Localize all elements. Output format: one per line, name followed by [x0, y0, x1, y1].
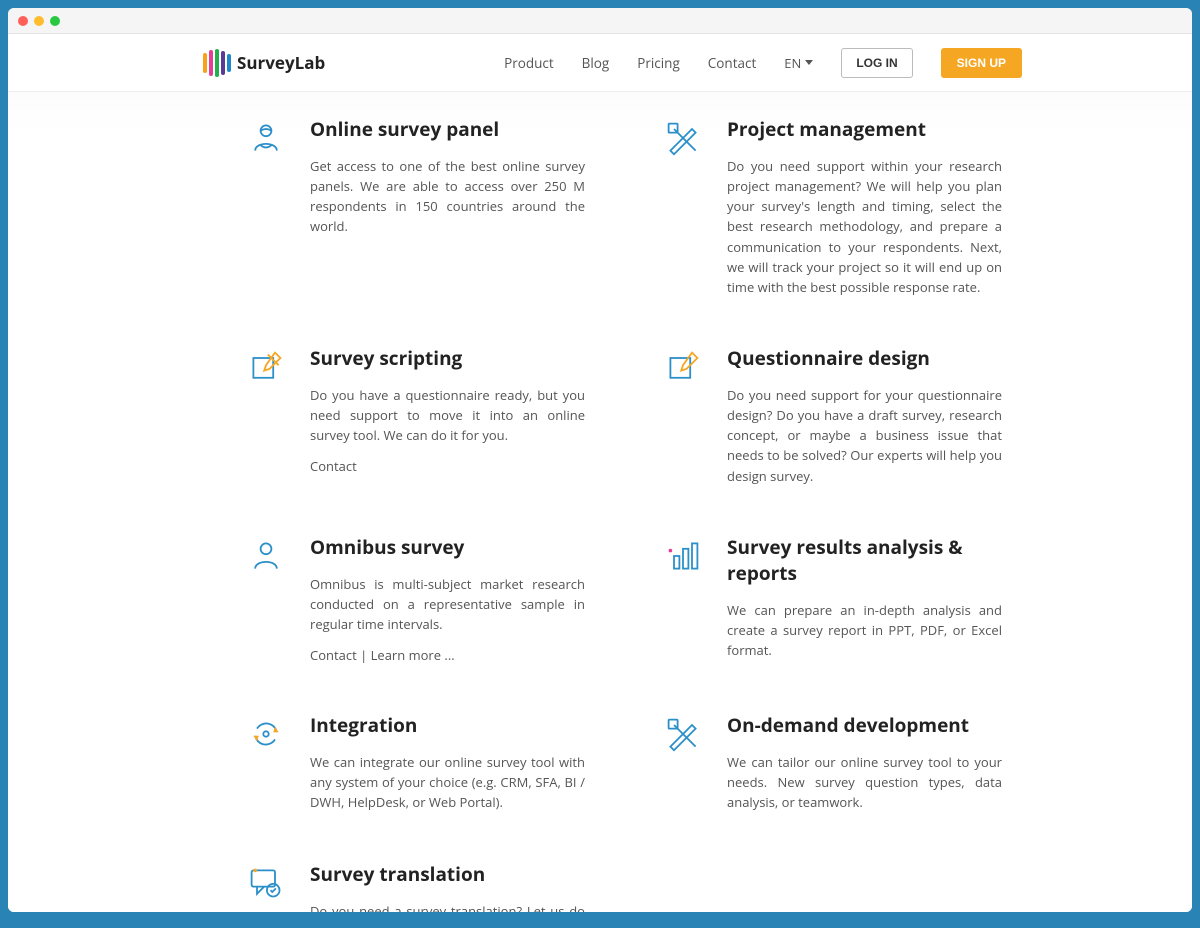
- navbar: SurveyLab Product Blog Pricing Contact E…: [8, 34, 1192, 92]
- content: Online survey panel Get access to one of…: [8, 92, 1192, 912]
- language-label: EN: [784, 54, 801, 72]
- nav-right: Product Blog Pricing Contact EN LOG IN S…: [504, 48, 1022, 78]
- feature-desc: Do you have a questionnaire ready, but y…: [310, 385, 585, 445]
- tools-icon: [665, 116, 705, 161]
- language-selector[interactable]: EN: [784, 54, 813, 72]
- window-close-icon[interactable]: [18, 16, 28, 26]
- nav-contact[interactable]: Contact: [708, 54, 757, 72]
- sync-icon: [248, 712, 288, 757]
- feature-title: Survey results analysis & reports: [727, 534, 1002, 586]
- feature-survey-translation: Survey translation Do you need a survey …: [248, 861, 585, 912]
- nav-pricing[interactable]: Pricing: [637, 54, 680, 72]
- feature-desc: Do you need support within your research…: [727, 156, 1002, 297]
- feature-title: Online survey panel: [310, 116, 585, 142]
- feature-title: Project management: [727, 116, 1002, 142]
- feature-title: On-demand development: [727, 712, 1002, 738]
- edit-icon: [248, 345, 288, 390]
- feature-title: Survey translation: [310, 861, 585, 887]
- window-minimize-icon[interactable]: [34, 16, 44, 26]
- separator: |: [357, 646, 371, 664]
- tools-icon: [665, 712, 705, 757]
- nav-product[interactable]: Product: [504, 54, 554, 72]
- feature-desc: Do you need a survey translation? Let us…: [310, 901, 585, 912]
- feature-desc: We can integrate our online survey tool …: [310, 752, 585, 812]
- logo-icon: [203, 48, 231, 78]
- feature-questionnaire-design: Questionnaire design Do you need support…: [665, 345, 1002, 486]
- feature-online-survey-panel: Online survey panel Get access to one of…: [248, 116, 585, 297]
- feature-desc: We can prepare an in-depth analysis and …: [727, 600, 1002, 660]
- feature-desc: Get access to one of the best online sur…: [310, 156, 585, 237]
- feature-results-analysis: Survey results analysis & reports We can…: [665, 534, 1002, 664]
- feature-desc: Do you need support for your questionnai…: [727, 385, 1002, 486]
- feature-integration: Integration We can integrate our online …: [248, 712, 585, 812]
- feature-omnibus-survey: Omnibus survey Omnibus is multi-subject …: [248, 534, 585, 664]
- brand-name: SurveyLab: [237, 51, 325, 74]
- person-icon: [248, 534, 288, 579]
- feature-title: Survey scripting: [310, 345, 585, 371]
- feature-ondemand-development: On-demand development We can tailor our …: [665, 712, 1002, 812]
- chevron-down-icon: [805, 60, 813, 65]
- features-grid: Online survey panel Get access to one of…: [248, 116, 1002, 912]
- contact-link[interactable]: Contact: [310, 646, 357, 664]
- feature-title: Integration: [310, 712, 585, 738]
- chat-check-icon: [248, 861, 288, 906]
- bar-chart-icon: [665, 534, 705, 579]
- window-maximize-icon[interactable]: [50, 16, 60, 26]
- feature-desc: We can tailor our online survey tool to …: [727, 752, 1002, 812]
- contact-link[interactable]: Contact: [310, 457, 357, 475]
- signup-button[interactable]: SIGN UP: [941, 48, 1022, 78]
- login-button[interactable]: LOG IN: [841, 48, 912, 78]
- feature-title: Questionnaire design: [727, 345, 1002, 371]
- nav-links: Product Blog Pricing Contact: [504, 54, 756, 72]
- learn-more-link[interactable]: Learn more ...: [371, 646, 455, 664]
- window-title-bar: [8, 8, 1192, 34]
- logo[interactable]: SurveyLab: [203, 48, 325, 78]
- feature-title: Omnibus survey: [310, 534, 585, 560]
- edit-icon: [665, 345, 705, 390]
- browser-frame: SurveyLab Product Blog Pricing Contact E…: [8, 8, 1192, 912]
- nav-blog[interactable]: Blog: [582, 54, 610, 72]
- person-icon: [248, 116, 288, 161]
- feature-project-management: Project management Do you need support w…: [665, 116, 1002, 297]
- feature-survey-scripting: Survey scripting Do you have a questionn…: [248, 345, 585, 486]
- feature-desc: Omnibus is multi-subject market research…: [310, 574, 585, 634]
